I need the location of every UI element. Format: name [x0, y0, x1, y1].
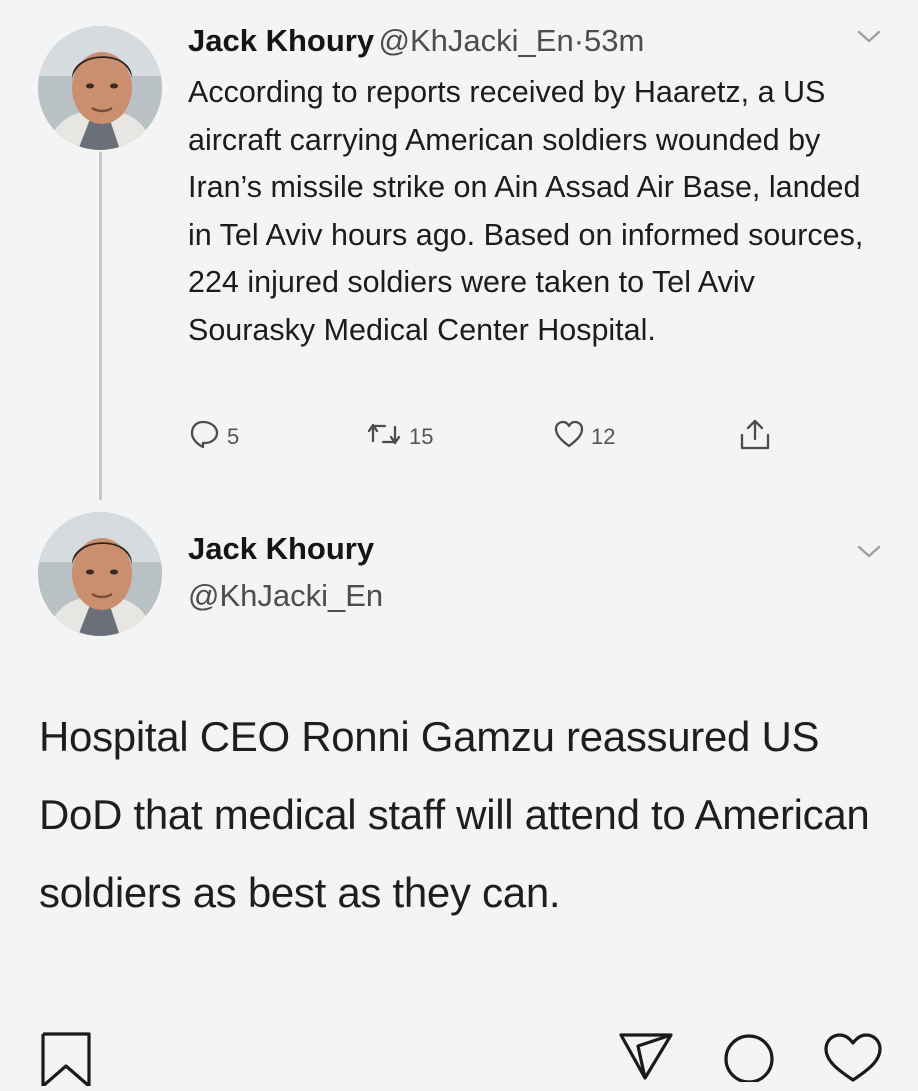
- retweet-button[interactable]: 15: [365, 419, 433, 455]
- bookmark-icon[interactable]: [39, 1030, 95, 1091]
- reply-button[interactable]: 5: [189, 419, 239, 455]
- author-handle[interactable]: @KhJacki_En: [188, 578, 383, 614]
- avatar[interactable]: [38, 26, 162, 150]
- separator: ·: [573, 23, 585, 58]
- reply-count: 5: [227, 424, 240, 449]
- share-button[interactable]: [737, 417, 773, 459]
- tweet-header: Jack Khoury @KhJacki_En·53m: [188, 23, 644, 59]
- thread-line: [99, 152, 102, 500]
- tweet-text: According to reports received by Haaretz…: [188, 75, 864, 347]
- retweet-count: 15: [409, 424, 434, 449]
- retweet-icon: [365, 419, 403, 455]
- reply-icon: [189, 419, 221, 455]
- like-count: 12: [591, 424, 616, 449]
- send-icon[interactable]: [618, 1032, 674, 1087]
- comment-icon[interactable]: [722, 1032, 778, 1087]
- chevron-down-icon[interactable]: [856, 28, 882, 51]
- like-button[interactable]: 12: [553, 419, 615, 455]
- author-name[interactable]: Jack Khoury: [188, 23, 374, 58]
- heart-icon: [553, 419, 585, 455]
- tweet-time[interactable]: 53m: [584, 23, 644, 58]
- author-name[interactable]: Jack Khoury: [188, 531, 374, 567]
- avatar[interactable]: [38, 512, 162, 636]
- reply-tweet-text: Hospital CEO Ronni Gamzu reassured US Do…: [39, 713, 870, 916]
- share-icon: [737, 417, 773, 459]
- chevron-down-icon[interactable]: [856, 543, 882, 566]
- heart-icon[interactable]: [822, 1032, 884, 1087]
- author-handle[interactable]: @KhJacki_En: [379, 23, 574, 58]
